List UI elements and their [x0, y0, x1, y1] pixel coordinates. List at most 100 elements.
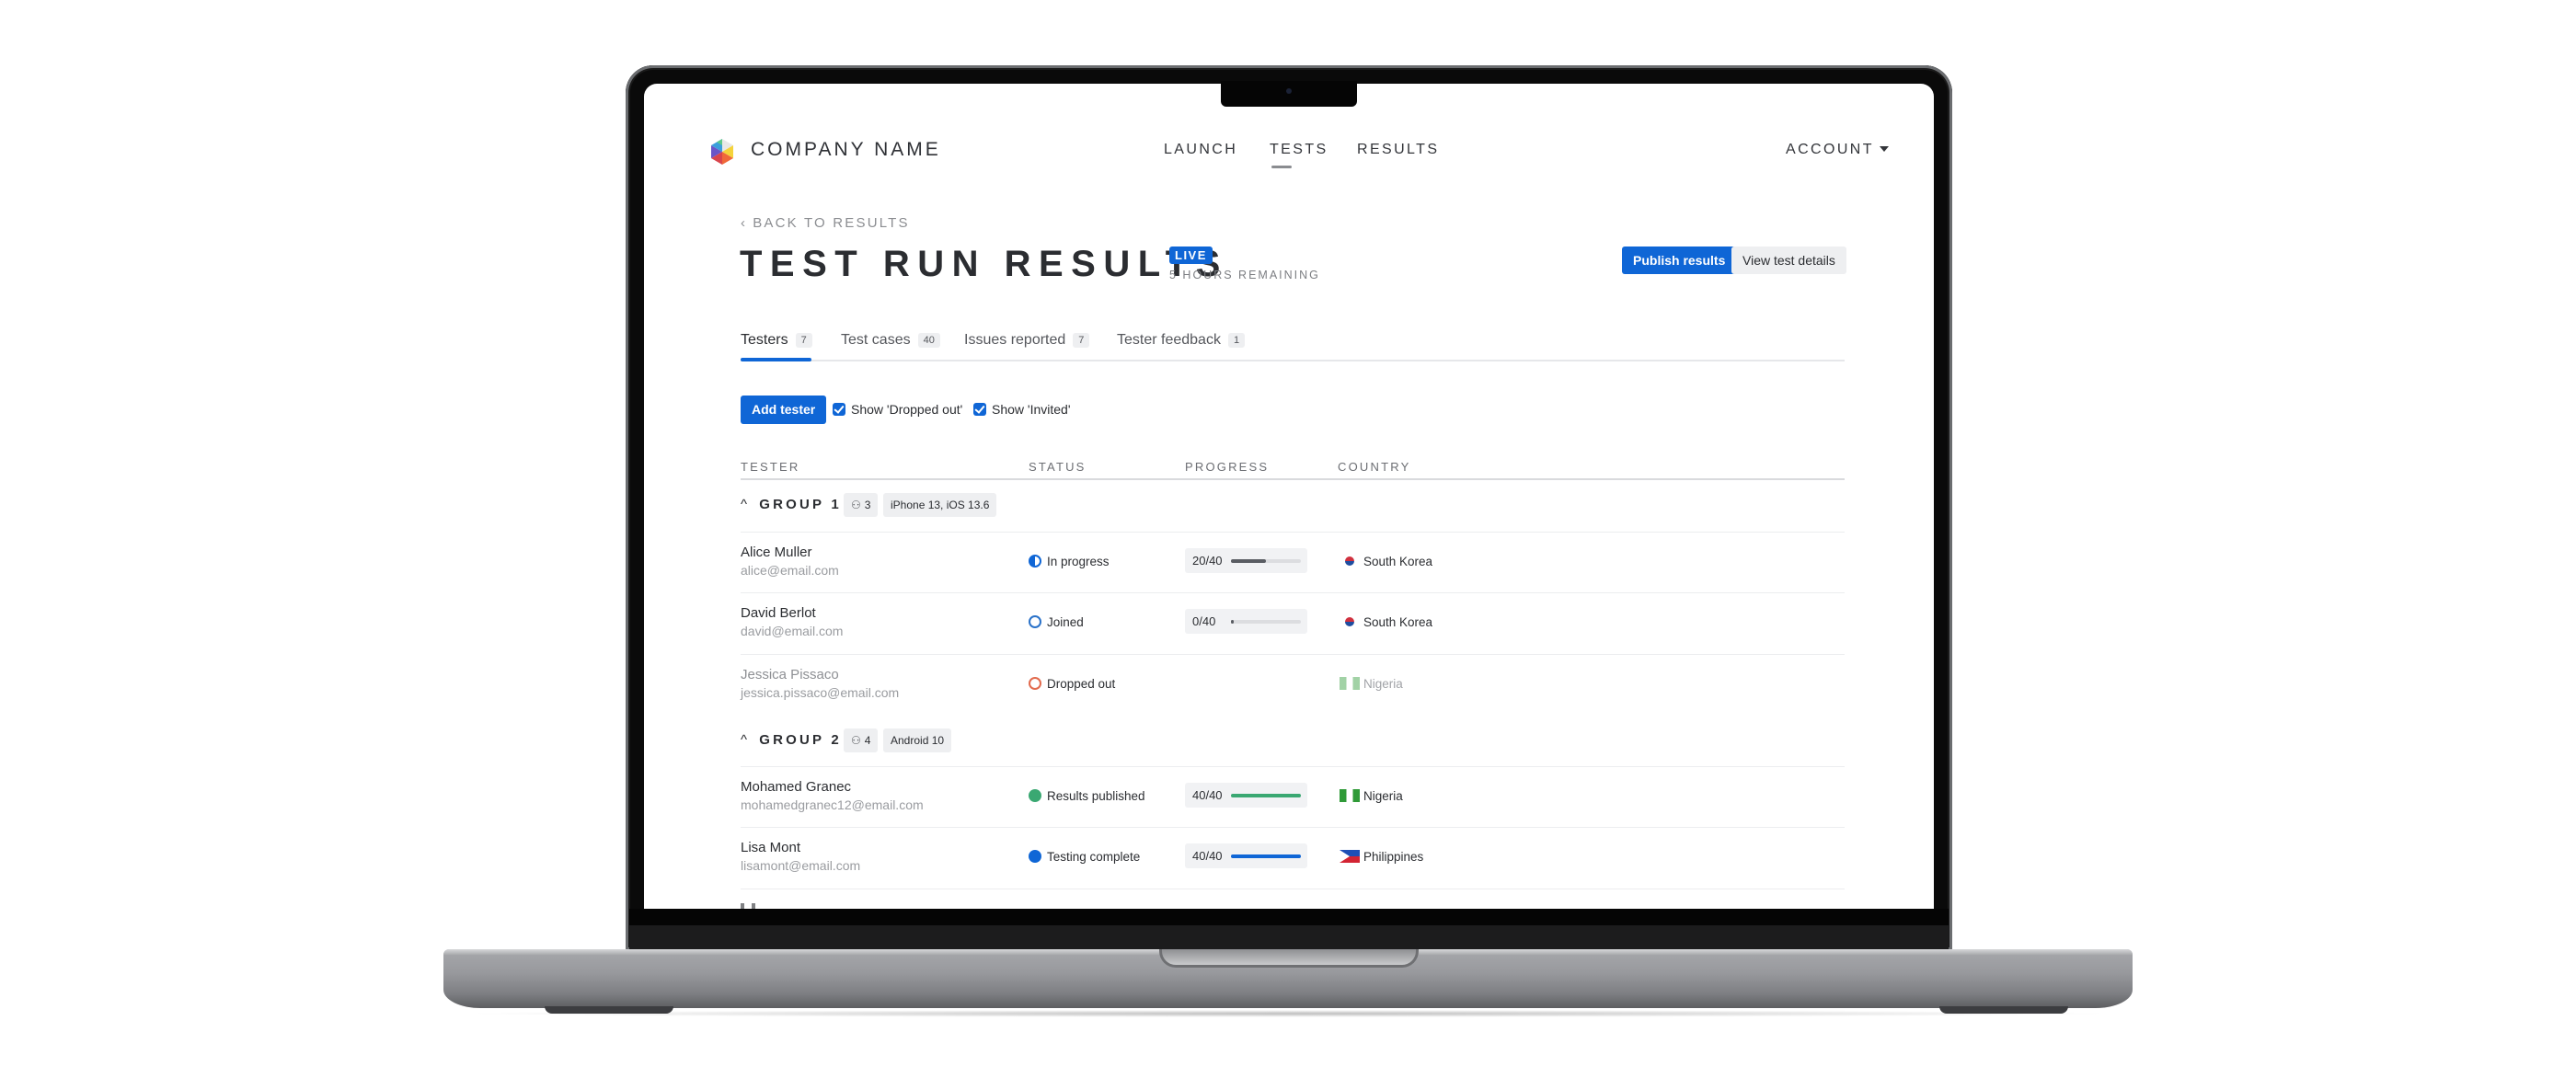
- column-header-tester: TESTER: [741, 460, 800, 474]
- nav-results[interactable]: RESULTS: [1357, 142, 1439, 158]
- camera-icon: [1286, 88, 1292, 94]
- progress-fill: [1231, 794, 1301, 797]
- progress-value: 20/40: [1192, 554, 1223, 568]
- laptop-bottom-bezel: [629, 909, 1949, 949]
- progress-indicator: 40/40: [1185, 843, 1307, 868]
- checkbox-label: Show 'Dropped out': [851, 402, 963, 417]
- progress-fill: [1231, 854, 1301, 858]
- progress-fill: [1231, 620, 1234, 624]
- tab-tester-feedback[interactable]: Tester feedback 1: [1117, 332, 1246, 349]
- tab-count-badge: 7: [1073, 333, 1090, 348]
- tester-name: Mohamed Granec: [741, 779, 852, 795]
- active-tab-indicator: [741, 358, 811, 361]
- chevron-up-icon: ^: [741, 732, 751, 748]
- tab-count-badge: 1: [1227, 333, 1246, 348]
- country-name: South Korea: [1363, 615, 1433, 629]
- time-remaining: 5 HOURS REMAINING: [1169, 269, 1320, 281]
- checkbox-label: Show 'Invited': [992, 402, 1071, 417]
- live-badge: LIVE: [1169, 247, 1213, 264]
- in-progress-icon: [1029, 555, 1041, 568]
- tab-label: Testers: [741, 332, 788, 348]
- show-invited-checkbox[interactable]: Show 'Invited': [973, 402, 1071, 417]
- add-tester-button[interactable]: Add tester: [741, 396, 827, 424]
- tab-testers[interactable]: Testers 7: [741, 332, 812, 349]
- group-2-toggle[interactable]: ^ GROUP 2: [741, 732, 842, 748]
- person-icon: ⚇: [851, 499, 861, 511]
- tester-email: lisamont@email.com: [741, 858, 861, 873]
- progress-track: [1231, 794, 1301, 797]
- tab-issues-reported[interactable]: Issues reported 7: [964, 332, 1090, 349]
- group-device-chip: iPhone 13, iOS 13.6: [883, 493, 997, 517]
- status-badge: Testing complete: [1029, 850, 1140, 864]
- page-title: TEST RUN RESULTS: [740, 244, 1228, 284]
- country: Philippines: [1340, 850, 1423, 864]
- table-row[interactable]: Alice Muller alice@email.com In progress…: [644, 532, 1934, 592]
- chevron-left-icon: ‹: [741, 215, 748, 231]
- column-header-status: STATUS: [1029, 460, 1087, 474]
- table-row-clipped[interactable]: [644, 889, 1934, 909]
- results-published-icon: [1029, 789, 1041, 802]
- column-header-progress: PROGRESS: [1185, 460, 1270, 474]
- table-row[interactable]: David Berlot david@email.com Joined 0/40…: [644, 592, 1934, 653]
- progress-track: [1231, 620, 1301, 624]
- tester-email: david@email.com: [741, 624, 844, 638]
- progress-value: 0/40: [1192, 614, 1216, 628]
- account-menu[interactable]: ACCOUNT: [1786, 142, 1889, 158]
- table-row[interactable]: Lisa Mont lisamont@email.com Testing com…: [644, 827, 1934, 888]
- testing-complete-icon: [1029, 850, 1041, 863]
- status-label: Joined: [1047, 615, 1084, 629]
- table-row[interactable]: Mohamed Granec mohamedgranec12@email.com…: [644, 766, 1934, 827]
- south-korea-flag-icon: [1340, 615, 1360, 628]
- tab-label: Issues reported: [964, 332, 1066, 348]
- tester-name: Jessica Pissaco: [741, 667, 839, 682]
- status-badge: In progress: [1029, 555, 1110, 568]
- company-name: COMPANY NAME: [751, 139, 941, 160]
- checkbox-checked-icon[interactable]: [833, 403, 845, 416]
- country: Nigeria: [1340, 789, 1403, 803]
- tab-label: Tester feedback: [1117, 332, 1221, 348]
- tester-name: Lisa Mont: [741, 840, 801, 855]
- nigeria-flag-icon: [1340, 789, 1360, 802]
- column-header-country: COUNTRY: [1338, 460, 1411, 474]
- progress-track: [1231, 559, 1301, 563]
- laptop-lip-notch: [1159, 949, 1419, 968]
- philippines-flag-icon: [1340, 850, 1360, 863]
- country-name: Philippines: [1363, 850, 1424, 864]
- country: Nigeria: [1340, 677, 1403, 691]
- tester-name: David Berlot: [741, 605, 816, 621]
- nav-tests[interactable]: TESTS: [1270, 142, 1328, 168]
- tab-test-cases[interactable]: Test cases 40: [841, 332, 940, 349]
- group-1-toggle[interactable]: ^ GROUP 1: [741, 497, 842, 512]
- publish-results-button[interactable]: Publish results: [1622, 247, 1737, 274]
- table-row[interactable]: Jessica Pissaco jessica.pissaco@email.co…: [644, 654, 1934, 715]
- caret-down-icon: [1879, 146, 1889, 152]
- status-label: Testing complete: [1047, 850, 1141, 864]
- checkbox-checked-icon[interactable]: [973, 403, 986, 416]
- table-header-divider: [741, 478, 1845, 480]
- country: South Korea: [1340, 555, 1432, 568]
- progress-indicator: 0/40: [1185, 609, 1307, 634]
- nav-launch[interactable]: LAUNCH: [1164, 142, 1237, 158]
- progress-fill: [1231, 559, 1266, 563]
- member-count: 4: [864, 734, 871, 747]
- group-device-chip: Android 10: [883, 728, 952, 752]
- country: South Korea: [1340, 615, 1432, 629]
- nigeria-flag-icon: [1340, 677, 1360, 690]
- tab-label: Test cases: [841, 332, 911, 348]
- show-dropped-out-checkbox[interactable]: Show 'Dropped out': [833, 402, 962, 417]
- account-label: ACCOUNT: [1786, 142, 1874, 157]
- tester-email: mohamedgranec12@email.com: [741, 797, 924, 812]
- back-to-results-link[interactable]: ‹ BACK TO RESULTS: [741, 215, 910, 231]
- tabs-divider: [741, 360, 1845, 361]
- view-test-details-button[interactable]: View test details: [1731, 247, 1846, 274]
- tester-name: Alice Muller: [741, 545, 812, 560]
- progress-indicator: 40/40: [1185, 783, 1307, 808]
- person-icon: ⚇: [851, 734, 861, 747]
- tab-count-badge: 40: [917, 333, 940, 348]
- country-name: Nigeria: [1363, 789, 1403, 803]
- company-logo-icon[interactable]: [708, 138, 736, 166]
- progress-value: 40/40: [1192, 788, 1223, 802]
- tab-count-badge: 7: [795, 333, 812, 348]
- group-member-count: ⚇ 4: [844, 728, 879, 752]
- floor-shadow: [460, 1010, 2116, 1017]
